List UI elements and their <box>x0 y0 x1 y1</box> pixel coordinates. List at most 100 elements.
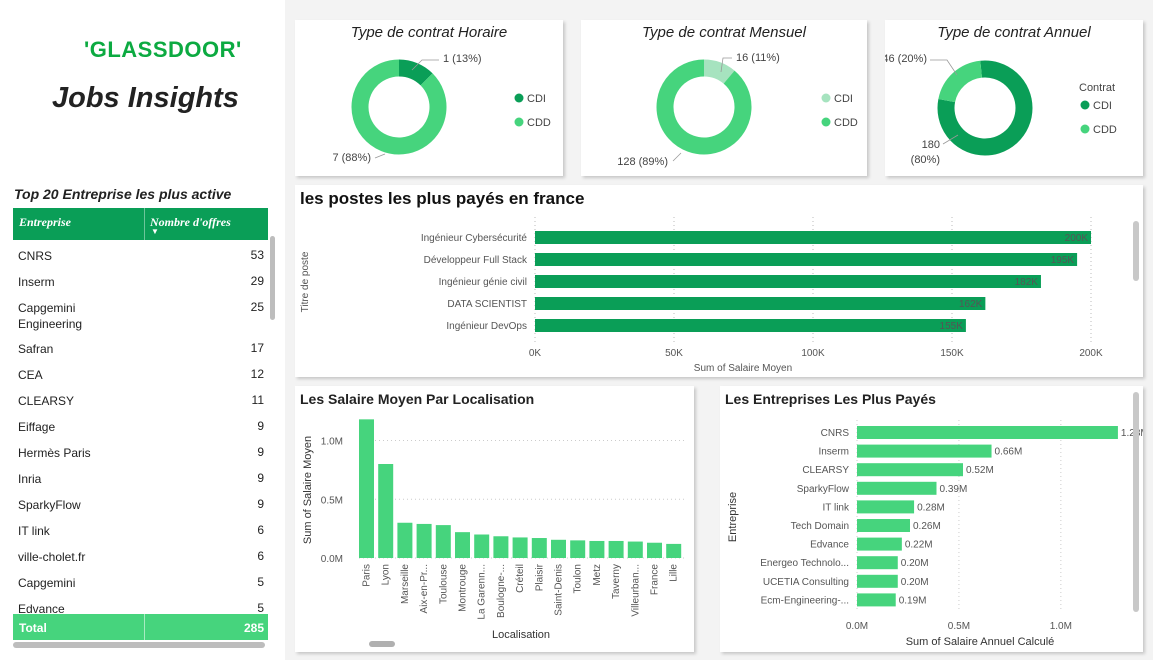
legend-marker <box>821 117 831 127</box>
horizontal-scrollbar[interactable] <box>369 641 395 647</box>
dashboard: 'GLASSDOOR' Jobs Insights Top 20 Entrepr… <box>0 0 1153 660</box>
y-tick-label: IT link <box>823 502 850 513</box>
chart-title: Les Entreprises Les Plus Payés <box>725 391 936 407</box>
card-top-postes[interactable]: les postes les plus payés en france 0K 50… <box>295 185 1143 377</box>
table-row[interactable]: Inserm 29 <box>13 268 268 294</box>
bar <box>627 541 643 558</box>
x-tick-label: 100K <box>801 348 825 359</box>
company-name: Inria <box>18 472 42 486</box>
bar <box>857 481 937 495</box>
sort-desc-icon[interactable]: ▼ <box>151 227 159 236</box>
page-title: Jobs Insights <box>52 82 239 114</box>
donut-card-horaire[interactable]: Type de contrat Horaire CDI CDD 1 (13%) 7 (… <box>295 20 563 176</box>
table-header: Entreprise Nombre d'offres ▼ <box>13 208 268 240</box>
card-localisation[interactable]: Les Salaire Moyen Par Localisation 0.0M 0… <box>295 386 694 652</box>
donut-chart-mensuel[interactable]: CDI CDD 16 (11%) 128 (89%) <box>581 20 867 176</box>
x-tick-label: Marseille <box>400 564 411 604</box>
offer-count: 11 <box>251 393 264 407</box>
legend-label: CDI <box>834 93 853 105</box>
left-panel: 'GLASSDOOR' Jobs Insights Top 20 Entrepr… <box>0 0 285 660</box>
legend-marker <box>821 93 831 103</box>
x-tick-label: Toulouse <box>438 564 449 604</box>
y-tick-label: Inserm <box>818 447 849 458</box>
vertical-scrollbar[interactable] <box>1133 221 1139 281</box>
column-header-nombre-offres[interactable]: Nombre d'offres <box>150 215 231 230</box>
table-row[interactable]: CEA 12 <box>13 361 268 387</box>
table-row[interactable]: Eiffage 9 <box>13 413 268 439</box>
x-tick-label: Créteil <box>515 564 526 593</box>
table-row[interactable]: ville-cholet.fr 6 <box>13 543 268 569</box>
table-vertical-scrollbar[interactable] <box>270 236 275 320</box>
y-tick-label: Edvance <box>810 540 849 551</box>
x-tick-label: Taverny <box>611 564 622 599</box>
data-label: 182K <box>1015 277 1039 288</box>
x-axis-title: Sum of Salaire Annuel Calculé <box>906 636 1055 648</box>
column-header-entreprise[interactable]: Entreprise <box>19 215 71 230</box>
table-row[interactable]: IT link 6 <box>13 517 268 543</box>
bar-chart-entreprises[interactable]: 0.0M 0.5M 1.0M CNRS 1.28M Inserm 0.66M CLEARSY 0… <box>720 386 1149 652</box>
data-label: 0.26M <box>913 521 941 532</box>
donut-chart-horaire[interactable]: CDI CDD 1 (13%) 7 (88%) <box>295 20 563 176</box>
bar <box>455 532 470 558</box>
table-row[interactable]: CNRS 53 <box>13 242 268 268</box>
vertical-scrollbar[interactable] <box>1133 392 1139 612</box>
table-row[interactable]: Inria 9 <box>13 465 268 491</box>
table-row[interactable]: CLEARSY 11 <box>13 387 268 413</box>
x-tick-label: La Garenn... <box>477 564 488 620</box>
donut-card-mensuel[interactable]: Type de contrat Mensuel CDI CDD 16 (11%) 12… <box>581 20 867 176</box>
bar <box>857 556 898 570</box>
y-tick-label: Ingénieur génie civil <box>439 277 527 288</box>
table-row[interactable]: Capgemini Engineering 25 <box>13 294 268 335</box>
x-tick-label: Saint-Denis <box>554 564 565 616</box>
bar-chart-postes[interactable]: 0K 50K 100K 150K 200K Ingénieur Cybersécurité… <box>295 185 1143 377</box>
x-tick-label: Montrouge <box>458 564 469 612</box>
x-tick-label: 1.0M <box>1050 621 1072 632</box>
legend-label: CDI <box>527 93 546 105</box>
table-row[interactable]: Safran 17 <box>13 335 268 361</box>
table-row[interactable]: Edvance 5 <box>13 595 268 614</box>
card-entreprises[interactable]: Les Entreprises Les Plus Payés 0.0M 0.5M 1… <box>720 386 1149 652</box>
y-tick-label: CNRS <box>821 428 850 439</box>
x-axis-title: Localisation <box>492 629 550 641</box>
table-total-row: Total 285 <box>13 614 268 640</box>
x-tick-label: Lille <box>669 564 680 582</box>
bar <box>666 543 682 558</box>
y-tick-label: 1.0M <box>321 437 343 448</box>
company-name: SparkyFlow <box>18 498 81 512</box>
column-divider <box>144 614 145 640</box>
y-tick-label: DATA SCIENTIST <box>447 299 527 310</box>
bar <box>535 253 1078 266</box>
offer-count: 12 <box>250 367 264 381</box>
offer-count: 9 <box>257 471 264 485</box>
donut-chart-annuel[interactable]: Contrat CDI CDD 46 (20%) 180 (80%) <box>882 20 1143 176</box>
table-row[interactable]: Hermès Paris 9 <box>13 439 268 465</box>
data-label: 155K <box>940 321 964 332</box>
legend-marker <box>1080 124 1090 134</box>
data-label: 0.52M <box>966 465 994 476</box>
data-label: 0.20M <box>901 558 929 569</box>
legend-label: CDD <box>1093 124 1117 136</box>
donut-slice <box>703 59 735 84</box>
offer-count: 29 <box>250 274 264 288</box>
legend-title: Contrat <box>1079 82 1115 94</box>
y-tick-label: Tech Domain <box>791 521 849 532</box>
bar-chart-localisation[interactable]: 0.0M 0.5M 1.0M Paris Lyon Marseille Aix-en-Pr.… <box>295 386 694 652</box>
table-horizontal-scrollbar[interactable] <box>13 642 265 648</box>
data-label: 0.19M <box>899 595 927 606</box>
x-tick-label: Toulon <box>573 564 584 593</box>
bar <box>608 540 624 558</box>
company-name: Hermès Paris <box>18 446 91 460</box>
data-label: 128 (89%) <box>617 156 668 168</box>
data-label: 0.39M <box>940 484 968 495</box>
chart-title: Type de contrat Horaire <box>350 24 508 41</box>
table-row[interactable]: SparkyFlow 9 <box>13 491 268 517</box>
table-row[interactable]: Capgemini 5 <box>13 569 268 595</box>
x-tick-label: 0.0M <box>846 621 868 632</box>
data-label: 195K <box>1051 255 1075 266</box>
y-tick-label: Ingénieur Cybersécurité <box>421 233 528 244</box>
company-name: CNRS <box>18 249 53 263</box>
data-label: 180 <box>922 139 940 151</box>
bar <box>535 297 986 310</box>
company-name: Inserm <box>18 275 55 289</box>
donut-card-annuel[interactable]: Type de contrat Annuel Contrat CDI CDD 46 (… <box>882 20 1143 176</box>
